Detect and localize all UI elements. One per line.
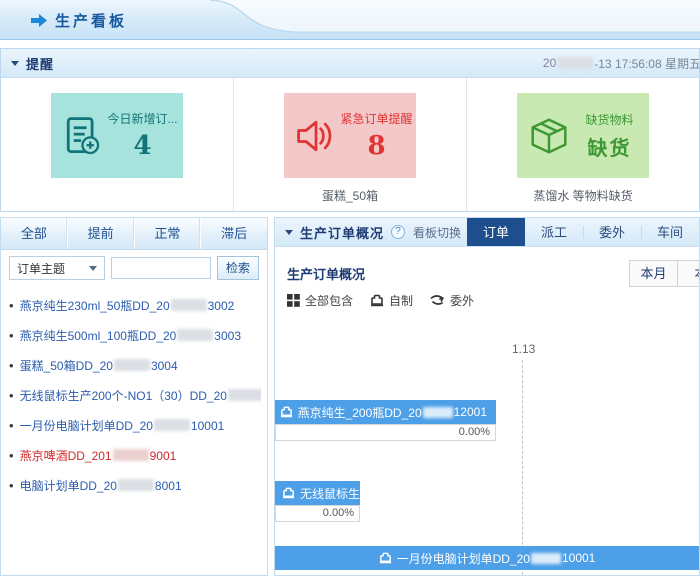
tab-workshop[interactable]: 车间 — [641, 218, 699, 247]
chart-subtitle: 生产订单概况 — [287, 264, 365, 283]
legend-all-included[interactable]: 全部包含 — [287, 292, 353, 309]
tab-outsource[interactable]: 委外 — [583, 218, 641, 247]
factory-icon — [370, 294, 384, 307]
redacted-text — [171, 299, 207, 311]
timestamp-suffix: -13 17:56:08 星期五 — [594, 55, 699, 72]
order-list-panel: 全部 提前 正常 滞后 订单主题 检索 •燕京纯生230ml_50瓶DD_203… — [0, 217, 268, 576]
urgent-orders-card[interactable]: 紧急订单提醒 8 — [284, 93, 416, 178]
order-list-item-alert[interactable]: •燕京啤酒DD_2019001 — [9, 446, 261, 466]
shortage-caption: 蒸馏水 等物料缺货 — [533, 187, 632, 204]
redacted-text — [531, 553, 561, 564]
order-list-item[interactable]: •一月份电脑计划单DD_2010001 — [9, 416, 261, 436]
order-list: •燕京纯生230ml_50瓶DD_203002 •燕京纯生500ml_100瓶D… — [1, 286, 267, 496]
production-overview-title: 生产订单概况 — [300, 223, 384, 242]
search-input[interactable] — [111, 257, 211, 279]
gantt-bar[interactable]: 一月份电脑计划单DD_2010001 — [275, 546, 699, 570]
this-month-button[interactable]: 本月 — [630, 261, 677, 286]
legend-outsourced[interactable]: 委外 — [430, 292, 474, 309]
collapse-triangle-icon[interactable] — [11, 61, 19, 66]
period-button-cut[interactable]: 本 — [677, 261, 700, 286]
redacted-text — [118, 479, 154, 491]
tab-early[interactable]: 提前 — [68, 218, 135, 249]
grid-icon — [287, 294, 300, 307]
tab-order[interactable]: 订单 — [467, 218, 525, 247]
urgent-orders-caption: 蛋糕_50箱 — [322, 187, 378, 204]
factory-icon — [282, 487, 295, 499]
production-overview-header: 生产订单概况 ? 看板切换 订单 派工 委外 车间 — [275, 218, 699, 247]
collapse-triangle-icon[interactable] — [285, 230, 293, 235]
shortage-card[interactable]: 缺货物料 缺货 — [517, 93, 649, 178]
order-subject-select-value: 订单主题 — [17, 260, 65, 277]
page-title: 生产看板 — [55, 10, 127, 31]
speaker-icon — [293, 114, 339, 158]
forward-arrow-icon — [30, 13, 47, 28]
document-add-icon — [60, 114, 104, 158]
tab-delayed[interactable]: 滞后 — [201, 218, 267, 249]
new-orders-count: 4 — [133, 131, 151, 161]
legend-self-made[interactable]: 自制 — [370, 292, 413, 309]
timestamp-prefix: 20 — [543, 56, 556, 70]
gantt-bar[interactable]: 无线鼠标生产 — [275, 481, 360, 505]
today-dashed-line — [522, 360, 523, 575]
timestamp: 20 -13 17:56:08 星期五 — [543, 55, 699, 72]
redacted-text — [114, 359, 150, 371]
reminder-section-header: 提醒 20 -13 17:56:08 星期五 — [1, 49, 699, 78]
progress-box: 0.00% — [275, 505, 360, 522]
order-list-item[interactable]: •电脑计划单DD_208001 — [9, 476, 261, 496]
shortage-value: 缺货 — [588, 132, 632, 161]
shortage-label: 缺货物料 — [585, 111, 633, 128]
reminder-section: 提醒 20 -13 17:56:08 星期五 今日新增订... — [0, 48, 700, 212]
shortage-column: 缺货物料 缺货 蒸馏水 等物料缺货 — [466, 78, 699, 211]
new-orders-column: 今日新增订... 4 — [1, 78, 233, 211]
redacted-text — [177, 329, 213, 341]
chevron-down-icon — [89, 266, 97, 271]
factory-icon — [280, 406, 293, 418]
new-orders-label: 今日新增订... — [108, 110, 178, 127]
progress-box: 0.00% — [275, 424, 496, 441]
urgent-orders-label: 紧急订单提醒 — [341, 110, 413, 127]
redacted-text — [228, 389, 261, 401]
tab-normal[interactable]: 正常 — [135, 218, 202, 249]
redacted-text — [154, 419, 190, 431]
redacted-text — [113, 449, 149, 461]
order-list-item[interactable]: •燕京纯生230ml_50瓶DD_203002 — [9, 296, 261, 316]
production-overview-panel: 生产订单概况 ? 看板切换 订单 派工 委外 车间 生产订单概况 本月 本 — [274, 217, 700, 576]
factory-icon — [379, 552, 392, 564]
chart-legend: 全部包含 自制 委外 — [287, 292, 474, 309]
new-orders-card[interactable]: 今日新增订... 4 — [51, 93, 183, 178]
order-list-item[interactable]: •燕京纯生500ml_100瓶DD_203003 — [9, 326, 261, 346]
header-swoosh-decoration — [210, 0, 700, 39]
period-button-group: 本月 本 — [629, 260, 700, 287]
urgent-orders-count: 8 — [367, 131, 385, 161]
date-marker-label: 1.13 — [512, 342, 535, 356]
gantt-chart: 1.13 燕京纯生_200瓶DD_2012001 0.00% 无线鼠标生产 — [275, 318, 699, 575]
tab-all[interactable]: 全部 — [1, 218, 68, 249]
board-tabs: 订单 派工 委外 车间 — [467, 218, 699, 247]
order-subject-select[interactable]: 订单主题 — [9, 256, 105, 280]
board-switch-label: 看板切换 — [413, 224, 461, 241]
gantt-bar[interactable]: 燕京纯生_200瓶DD_2012001 — [275, 400, 496, 424]
order-list-item[interactable]: •无线鼠标生产200个-NO1（30）DD_2011002 — [9, 386, 261, 406]
order-list-item[interactable]: •蛋糕_50箱DD_203004 — [9, 356, 261, 376]
reminder-section-title: 提醒 — [26, 54, 54, 73]
order-filter-tabs: 全部 提前 正常 滞后 — [1, 218, 267, 250]
app-header: 生产看板 — [0, 0, 700, 40]
redacted-text — [423, 407, 453, 418]
urgent-orders-column: 紧急订单提醒 8 蛋糕_50箱 — [233, 78, 466, 211]
help-icon[interactable]: ? — [391, 225, 405, 239]
tab-dispatch[interactable]: 派工 — [525, 218, 583, 247]
search-button[interactable]: 检索 — [217, 256, 259, 280]
hand-icon — [430, 294, 445, 307]
package-icon — [526, 113, 572, 159]
redacted-text — [557, 57, 593, 69]
